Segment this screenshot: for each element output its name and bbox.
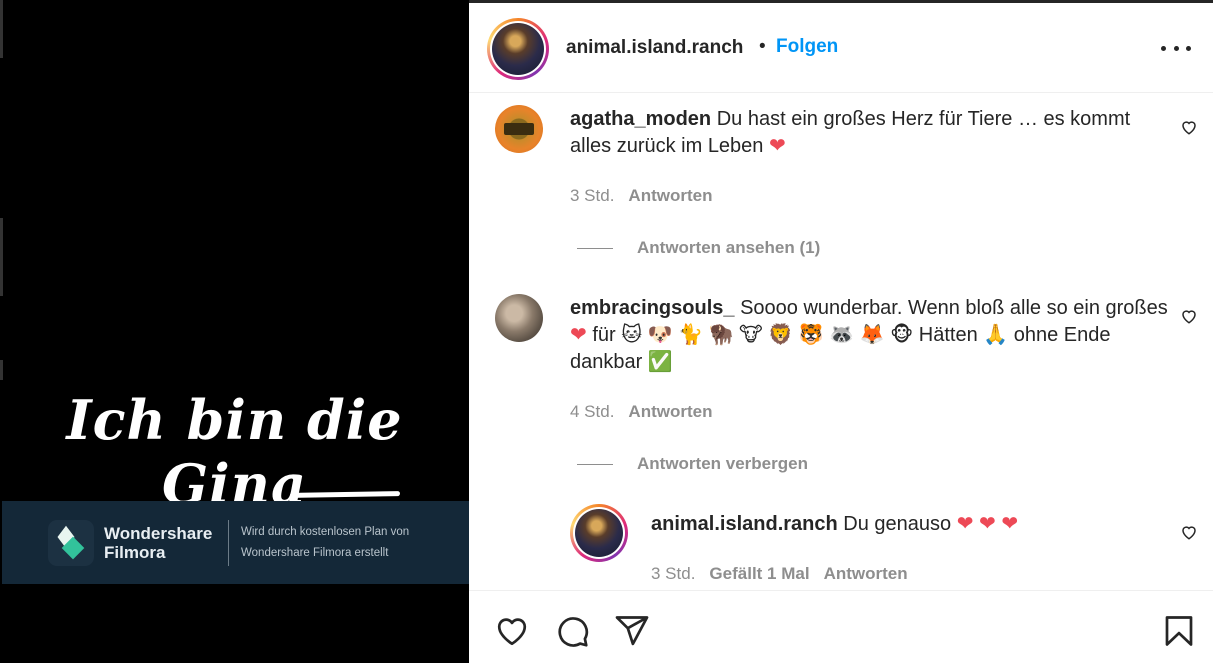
comment-body: agatha_moden Du hast ein großes Herz für… — [570, 106, 1160, 160]
animal-emojis: 🐱 🐶 🐈 🦬 🐮 🦁 🐯 🦝 🦊 🐵 — [621, 324, 914, 346]
filmora-logo-icon — [48, 519, 94, 566]
post-header: animal.island.ranch • Folgen — [469, 3, 1213, 93]
reply-username[interactable]: animal.island.ranch — [651, 513, 838, 535]
more-options-icon[interactable] — [1161, 33, 1191, 63]
reply-button[interactable]: Antworten — [628, 186, 712, 205]
comment-avatar[interactable] — [495, 105, 543, 153]
reply-likes[interactable]: Gefällt 1 Mal — [709, 564, 809, 583]
action-bar — [469, 590, 1213, 663]
video-player[interactable]: Ich bin die Gina Wondershare Filmora Wir… — [0, 0, 469, 663]
heart-emoji: ❤ — [570, 324, 587, 346]
view-replies-button[interactable]: Antworten ansehen (1) — [577, 238, 820, 258]
reply-button[interactable]: Antworten — [824, 564, 908, 583]
heart-icon[interactable] — [494, 613, 530, 649]
comment-time: 4 Std. — [570, 402, 615, 421]
author-username[interactable]: animal.island.ranch — [566, 37, 743, 59]
video-caption: Ich bin die Gina — [66, 388, 403, 516]
header-separator: • — [759, 36, 766, 57]
watermark-brand-line2: Filmora — [104, 542, 166, 562]
comment-username[interactable]: agatha_moden — [570, 108, 711, 130]
filmora-watermark: Wondershare Filmora Wird durch kostenlos… — [2, 501, 469, 584]
thread-line — [577, 247, 613, 249]
follow-button[interactable]: Folgen — [776, 36, 838, 58]
watermark-note: Wird durch kostenlosen Plan von Wondersh… — [241, 522, 441, 564]
comment-username[interactable]: embracingsouls_ — [570, 297, 735, 319]
comment-text: für — [592, 324, 616, 346]
hide-replies-button[interactable]: Antworten verbergen — [577, 454, 808, 474]
like-comment-icon[interactable] — [1180, 118, 1198, 136]
comment-meta: 4 Std. Antworten — [570, 402, 712, 422]
author-avatar[interactable] — [487, 18, 549, 80]
hide-replies-label: Antworten verbergen — [637, 454, 808, 473]
comment-avatar[interactable] — [495, 294, 543, 342]
reply-time: 3 Std. — [651, 564, 696, 583]
heart-emojis: ❤ ❤ ❤ — [956, 513, 1019, 535]
check-emoji: ✅ — [647, 351, 673, 373]
pray-emoji: 🙏 — [983, 324, 1009, 346]
video-edge-bar — [0, 360, 3, 380]
reply-meta: 3 Std. Gefällt 1 Mal Antworten — [651, 564, 908, 584]
reply-body: animal.island.ranch Du genauso ❤ ❤ ❤ — [651, 511, 1161, 538]
view-replies-label: Antworten ansehen (1) — [637, 238, 821, 257]
watermark-brand-line1: Wondershare — [104, 523, 213, 543]
comment-text: Soooo wunderbar. Wenn bloß alle so ein g… — [740, 297, 1168, 319]
reply-button[interactable]: Antworten — [628, 402, 712, 421]
reply-text: Du genauso — [843, 513, 952, 535]
video-edge-bar — [0, 218, 3, 296]
post-panel: animal.island.ranch • Folgen agatha_mode… — [469, 0, 1213, 663]
like-comment-icon[interactable] — [1180, 307, 1198, 325]
comment-text: Hätten — [918, 324, 978, 346]
bookmark-icon[interactable] — [1161, 613, 1197, 649]
watermark-divider — [228, 519, 229, 566]
comment-icon[interactable] — [554, 613, 590, 649]
reply-avatar[interactable] — [570, 504, 628, 562]
like-comment-icon[interactable] — [1180, 523, 1198, 541]
watermark-note-line2: Wondershare Filmora erstellt — [241, 546, 389, 559]
watermark-note-line1: Wird durch kostenlosen Plan von — [241, 525, 410, 538]
thread-line — [577, 463, 613, 465]
heart-emoji: ❤ — [769, 135, 786, 157]
watermark-brand: Wondershare Filmora — [104, 524, 224, 562]
video-edge-bar — [0, 0, 3, 58]
comment-time: 3 Std. — [570, 186, 615, 205]
comment-body: embracingsouls_ Soooo wunderbar. Wenn bl… — [570, 295, 1170, 376]
comment-meta: 3 Std. Antworten — [570, 186, 712, 206]
share-icon[interactable] — [614, 613, 650, 649]
